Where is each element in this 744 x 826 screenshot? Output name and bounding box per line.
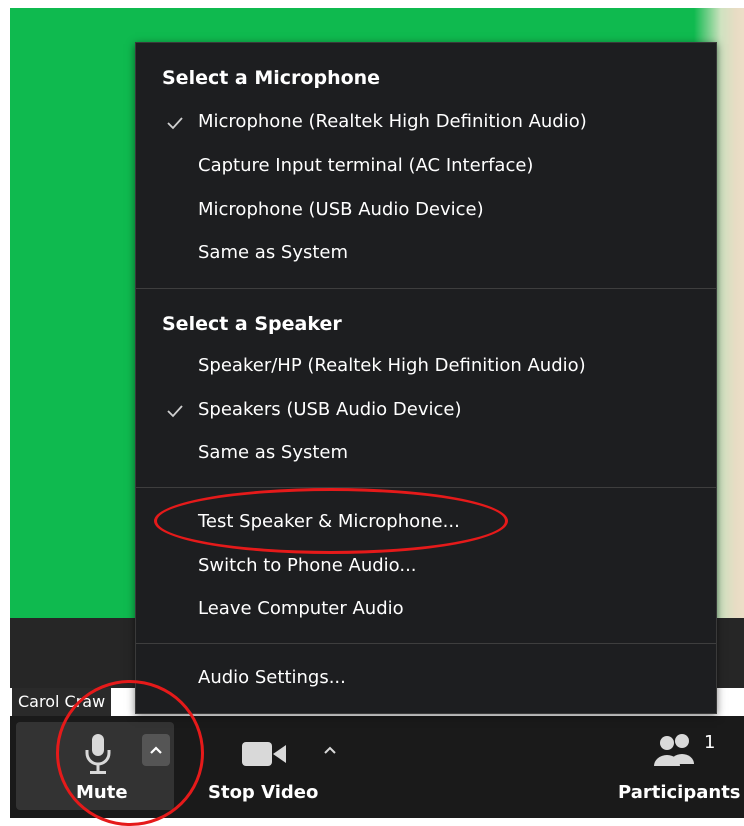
checkmark-icon [167,405,183,418]
menu-divider [136,487,716,488]
speaker-option-usb[interactable]: Speakers (USB Audio Device) [198,399,461,420]
select-speaker-heading: Select a Speaker [162,313,342,335]
checkmark-icon [167,117,183,130]
speaker-option-realtek[interactable]: Speaker/HP (Realtek High Definition Audi… [198,355,586,376]
mic-option-capture-input[interactable]: Capture Input terminal (AC Interface) [198,155,533,176]
participants-label[interactable]: Participants [618,782,741,803]
video-camera-icon[interactable] [242,742,288,766]
audio-options-menu: Select a Microphone Microphone (Realtek … [135,42,717,714]
mic-option-same-as-system[interactable]: Same as System [198,242,348,263]
highlight-ellipse-mute [56,680,204,826]
menu-divider [136,643,716,644]
mic-option-realtek[interactable]: Microphone (Realtek High Definition Audi… [198,111,587,132]
participants-count: 1 [704,732,716,753]
participants-icon[interactable] [652,732,698,770]
audio-settings-item[interactable]: Audio Settings... [198,667,346,688]
stop-video-label[interactable]: Stop Video [208,782,318,803]
mic-option-usb[interactable]: Microphone (USB Audio Device) [198,199,484,220]
speaker-option-same-as-system[interactable]: Same as System [198,442,348,463]
switch-to-phone-audio-item[interactable]: Switch to Phone Audio... [198,555,417,576]
highlight-ellipse-test-audio [154,488,508,554]
video-options-caret[interactable] [322,744,338,756]
menu-divider [136,288,716,289]
select-microphone-heading: Select a Microphone [162,67,381,89]
leave-computer-audio-item[interactable]: Leave Computer Audio [198,598,404,619]
